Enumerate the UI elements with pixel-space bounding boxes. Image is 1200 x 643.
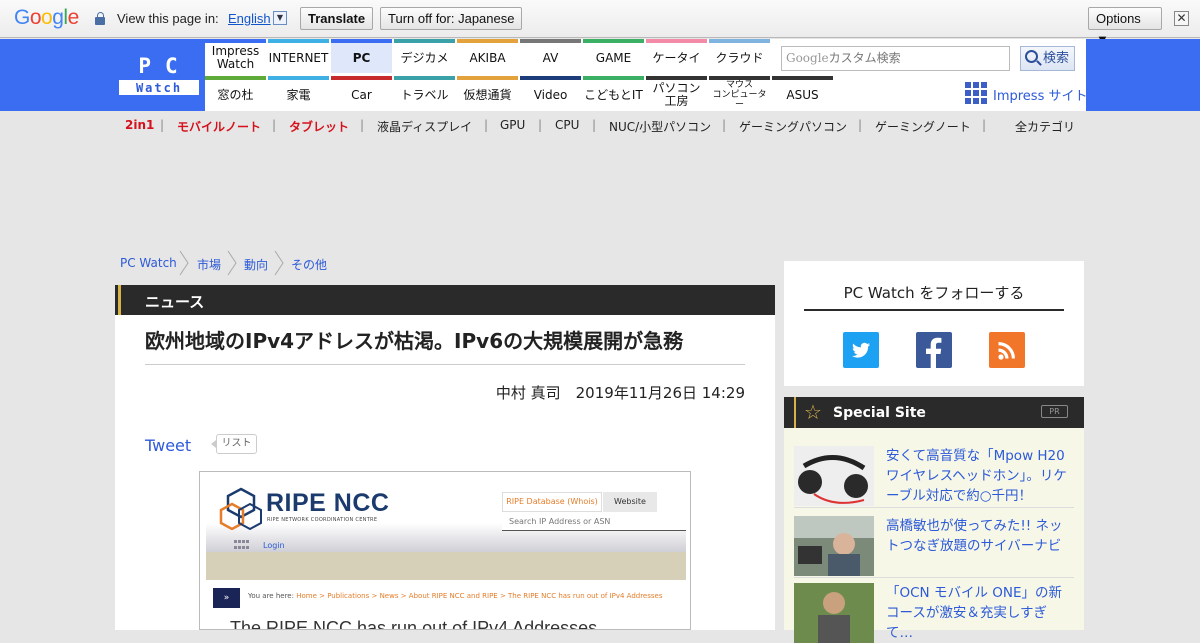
ripe-breadcrumb: You are here: Home > Publications > News… bbox=[248, 592, 663, 600]
nav-item[interactable]: Car bbox=[331, 76, 392, 110]
ripe-login: Login bbox=[263, 541, 285, 550]
nav-item[interactable]: AV bbox=[520, 39, 581, 73]
grid-icon bbox=[965, 82, 987, 104]
rss-icon[interactable] bbox=[989, 332, 1025, 368]
ripe-apps-icon bbox=[234, 540, 249, 550]
search-input[interactable]: Googleカスタム検索 bbox=[781, 46, 1010, 71]
category-link[interactable]: CPU bbox=[555, 118, 579, 132]
section-bar: ニュース bbox=[115, 285, 775, 315]
logo-pc: PC bbox=[138, 54, 192, 78]
category-link[interactable]: NUC/小型パソコン bbox=[609, 118, 711, 135]
twitter-icon[interactable] bbox=[843, 332, 879, 368]
article-headline: 欧州地域のIPv4アドレスが枯渇。IPv6の大規模展開が急務 bbox=[145, 329, 684, 353]
separator: | bbox=[538, 118, 543, 132]
nav-item[interactable]: INTERNET bbox=[268, 39, 329, 73]
section-title: ニュース bbox=[145, 293, 205, 311]
article-byline: 中村 真司 2019年11月26日 14:29 bbox=[495, 384, 745, 402]
special-site-title: Special Site bbox=[833, 405, 926, 421]
category-link[interactable]: 全カテゴリ bbox=[1015, 118, 1075, 135]
separator: | bbox=[272, 118, 277, 132]
ripe-website-tab: Website bbox=[603, 492, 657, 512]
category-link[interactable]: 液晶ディスプレイ bbox=[377, 118, 472, 135]
breadcrumb-item[interactable]: 市場 bbox=[197, 256, 221, 273]
ripe-logo-icon bbox=[219, 487, 262, 530]
chevron-right-icon bbox=[274, 250, 284, 276]
nav-item[interactable]: ASUS bbox=[772, 76, 833, 110]
category-link[interactable]: モバイルノート bbox=[177, 118, 261, 135]
language-link[interactable]: English bbox=[228, 11, 271, 26]
nav-item[interactable]: GAME bbox=[583, 39, 644, 73]
follow-title: PC Watch をフォローする bbox=[843, 284, 1025, 302]
nav-item[interactable]: 家電 bbox=[268, 76, 329, 110]
nav-item[interactable]: Impress Watch bbox=[205, 39, 266, 73]
category-link[interactable]: ゲーミングパソコン bbox=[739, 118, 847, 135]
special-item-text: 安くて高音質な「Mpow H20 ワイヤレスヘッドホン」。リケーブル対応で約○千… bbox=[886, 448, 1067, 504]
category-link[interactable]: 2in1 bbox=[125, 118, 154, 132]
nav-item[interactable]: クラウド bbox=[709, 39, 770, 73]
breadcrumb-item[interactable]: PC Watch bbox=[120, 256, 177, 270]
nav-item[interactable]: Video bbox=[520, 76, 581, 110]
nav-item[interactable]: マウス コンピューター bbox=[709, 76, 770, 110]
google-logo: Google bbox=[14, 6, 79, 29]
separator: | bbox=[858, 118, 863, 132]
language-dropdown-icon[interactable]: ▼ bbox=[273, 11, 287, 25]
category-link[interactable]: ゲーミングノート bbox=[875, 118, 971, 135]
search-icon bbox=[1025, 50, 1038, 63]
separator: | bbox=[722, 118, 727, 132]
nav-item[interactable]: PC bbox=[331, 39, 392, 73]
ripe-article-title: The RIPE NCC has run out of IPv4 Address… bbox=[230, 618, 598, 630]
translate-button[interactable]: Translate bbox=[300, 7, 374, 30]
turn-off-button[interactable]: Turn off for: Japanese bbox=[380, 7, 523, 30]
special-item-text: 高橋敏也が使ってみた!! ネットつなぎ放題のサイバーナビ bbox=[886, 518, 1063, 554]
translate-bar: Google View this page in: English ▼ Tran… bbox=[0, 0, 1200, 47]
view-page-label: View this page in: bbox=[117, 11, 219, 26]
nav-item[interactable]: 窓の杜 bbox=[205, 76, 266, 110]
ocn-thumbnail bbox=[794, 583, 874, 643]
ripe-search: Search IP Address or ASN bbox=[502, 512, 686, 531]
article-image[interactable]: RIPE NCC RIPE NETWORK COORDINATION CENTR… bbox=[199, 471, 691, 630]
facebook-icon[interactable] bbox=[916, 332, 952, 368]
special-item[interactable]: 「OCN モバイル ONE」の新コースが激安＆充実しすぎて… bbox=[794, 583, 1074, 643]
logo-watch: Watch bbox=[119, 80, 199, 95]
special-item-text: 「OCN モバイル ONE」の新コースが激安＆充実しすぎて… bbox=[886, 585, 1062, 641]
category-link[interactable]: タブレット bbox=[289, 118, 349, 135]
separator: | bbox=[360, 118, 365, 132]
special-item[interactable]: 高橋敏也が使ってみた!! ネットつなぎ放題のサイバーナビ bbox=[794, 516, 1074, 578]
nav-item[interactable]: こどもとIT bbox=[583, 76, 644, 110]
car-navi-thumbnail bbox=[794, 516, 874, 576]
special-item[interactable]: 安くて高音質な「Mpow H20 ワイヤレスヘッドホン」。リケーブル対応で約○千… bbox=[794, 446, 1074, 508]
pc-watch-logo[interactable]: PC Watch bbox=[119, 53, 199, 95]
ripe-menu-icon: » bbox=[213, 588, 240, 608]
list-button[interactable]: リスト bbox=[211, 434, 257, 454]
separator: | bbox=[982, 118, 987, 132]
breadcrumb-item[interactable]: 動向 bbox=[244, 256, 268, 273]
breadcrumb-item[interactable]: その他 bbox=[291, 256, 327, 273]
divider bbox=[145, 364, 745, 365]
nav-item[interactable]: デジカメ bbox=[394, 39, 455, 73]
star-icon: ☆ bbox=[804, 400, 822, 424]
chevron-right-icon bbox=[179, 250, 189, 276]
separator: | bbox=[160, 118, 165, 132]
nav-item[interactable]: トラベル bbox=[394, 76, 455, 110]
options-button[interactable]: Options ▼ bbox=[1088, 7, 1162, 47]
headphones-thumbnail bbox=[794, 446, 874, 506]
lock-icon bbox=[95, 12, 105, 25]
ripe-title: RIPE NCC bbox=[266, 489, 390, 517]
nav-item[interactable]: ケータイ bbox=[646, 39, 707, 73]
ripe-whois-tab: RIPE Database (Whois) bbox=[502, 492, 602, 512]
nav-item[interactable]: 仮想通貨 bbox=[457, 76, 518, 110]
pr-badge: PR bbox=[1041, 405, 1068, 418]
separator: | bbox=[484, 118, 489, 132]
chevron-right-icon bbox=[227, 250, 237, 276]
category-link[interactable]: GPU bbox=[500, 118, 525, 132]
separator: | bbox=[592, 118, 597, 132]
close-icon[interactable]: ✕ bbox=[1174, 11, 1189, 26]
special-site-header: ☆ Special Site PR bbox=[784, 397, 1084, 428]
tweet-button[interactable]: Tweet bbox=[145, 436, 191, 455]
nav-item[interactable]: AKIBA bbox=[457, 39, 518, 73]
ripe-subtitle: RIPE NETWORK COORDINATION CENTRE bbox=[267, 517, 378, 523]
search-button[interactable]: 検索 bbox=[1020, 46, 1075, 71]
nav-item[interactable]: パソコン 工房 bbox=[646, 76, 707, 110]
